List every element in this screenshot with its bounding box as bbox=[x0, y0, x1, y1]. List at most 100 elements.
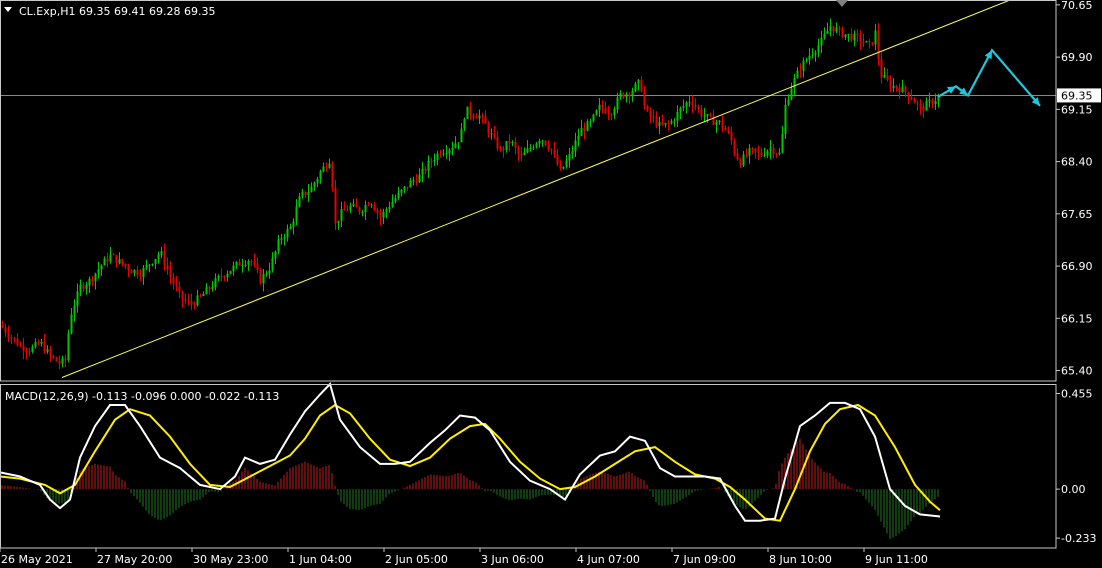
price-panel-frame bbox=[0, 0, 1057, 382]
candle-body bbox=[505, 141, 508, 151]
candle-body bbox=[592, 114, 595, 121]
candle-body bbox=[238, 262, 241, 266]
candle-body bbox=[316, 178, 319, 183]
candle-body bbox=[559, 164, 562, 169]
candle-body bbox=[541, 140, 544, 142]
candle-body bbox=[853, 33, 856, 41]
candle-body bbox=[613, 109, 616, 116]
candle-body bbox=[631, 91, 634, 97]
candle-body bbox=[268, 270, 271, 274]
price-panel[interactable] bbox=[0, 0, 1056, 378]
candle-body bbox=[895, 85, 898, 89]
candle-body bbox=[94, 273, 97, 282]
candle-body bbox=[583, 127, 586, 131]
candle-body bbox=[397, 192, 400, 199]
triangle-down-icon[interactable] bbox=[4, 7, 12, 12]
x-tick-label: 9 Jun 11:00 bbox=[865, 553, 928, 566]
candle-body bbox=[901, 86, 904, 93]
candle-body bbox=[718, 120, 721, 123]
candle-body bbox=[10, 337, 13, 339]
candle-body bbox=[172, 276, 175, 284]
candle-body bbox=[706, 114, 709, 116]
candle-body bbox=[322, 166, 325, 172]
candle-body bbox=[451, 147, 454, 151]
candle-body bbox=[46, 349, 49, 352]
candle-body bbox=[871, 42, 874, 45]
candle-body bbox=[181, 291, 184, 300]
candle-body bbox=[553, 150, 556, 155]
candle-body bbox=[523, 152, 526, 155]
candle-body bbox=[607, 112, 610, 115]
candle-body bbox=[520, 154, 523, 156]
candle-body bbox=[850, 33, 853, 41]
candle-body bbox=[439, 153, 442, 155]
candle-body bbox=[817, 45, 820, 53]
candle-body bbox=[730, 132, 733, 141]
candle-body bbox=[55, 357, 58, 362]
candle-body bbox=[826, 30, 829, 34]
candle-body bbox=[25, 350, 28, 352]
candle-body bbox=[205, 287, 208, 295]
candle-body bbox=[202, 294, 205, 296]
candle-body bbox=[754, 148, 757, 152]
candle-body bbox=[298, 196, 301, 207]
y-tick-label: 68.40 bbox=[1061, 156, 1093, 169]
candle-body bbox=[214, 278, 217, 288]
candle-body bbox=[652, 116, 655, 118]
candle-body bbox=[145, 264, 148, 268]
candle-body bbox=[376, 210, 379, 213]
candle-body bbox=[112, 254, 115, 256]
candle-body bbox=[466, 106, 469, 119]
candle-body bbox=[478, 115, 481, 119]
candle-body bbox=[274, 251, 277, 259]
candle-body bbox=[886, 75, 889, 80]
candle-body bbox=[70, 314, 73, 334]
candle-body bbox=[184, 299, 187, 301]
candle-body bbox=[349, 205, 352, 211]
candle-body bbox=[364, 204, 367, 212]
x-tick-label: 26 May 2021 bbox=[1, 553, 73, 566]
candle-body bbox=[253, 261, 256, 265]
candle-body bbox=[442, 153, 445, 155]
trading-chart[interactable]: 70.65 69.90 69.15 68.40 67.65 66.90 66.15 65.40… bbox=[0, 0, 1102, 568]
candle-body bbox=[778, 152, 781, 154]
candle-body bbox=[220, 275, 223, 277]
macd-y-tick-label: 0.455 bbox=[1061, 387, 1093, 400]
candle-body bbox=[124, 264, 127, 267]
candle-body bbox=[814, 52, 817, 55]
candle-body bbox=[595, 110, 598, 115]
candle-body bbox=[328, 163, 331, 168]
trendline bbox=[61, 0, 1011, 378]
candle-body bbox=[646, 105, 649, 111]
candle-body bbox=[355, 204, 358, 208]
triangle-down-icon bbox=[836, 0, 848, 7]
macd-y-tick-label: -0.233 bbox=[1061, 532, 1096, 545]
macd-header: MACD(12,26,9) -0.113 -0.096 0.000 -0.022… bbox=[5, 390, 279, 403]
candle-body bbox=[433, 160, 436, 162]
candle-body bbox=[271, 258, 274, 271]
candle-body bbox=[244, 264, 247, 266]
candle-body bbox=[190, 300, 193, 305]
axes: 70.65 69.90 69.15 68.40 67.65 66.90 66.15 65.40… bbox=[0, 0, 1101, 566]
candle-body bbox=[82, 284, 85, 289]
candle-body bbox=[343, 209, 346, 211]
candle-body bbox=[163, 251, 166, 266]
y-tick-label: 67.65 bbox=[1061, 208, 1093, 221]
macd-panel[interactable] bbox=[0, 382, 941, 540]
candle-body bbox=[550, 148, 553, 151]
candle-body bbox=[691, 101, 694, 106]
candle-body bbox=[403, 186, 406, 190]
candle-body bbox=[91, 278, 94, 282]
candle-body bbox=[487, 123, 490, 134]
candle-body bbox=[670, 121, 673, 124]
candle-body bbox=[577, 135, 580, 141]
candle-body bbox=[313, 182, 316, 187]
candle-body bbox=[868, 40, 871, 43]
candle-body bbox=[925, 101, 928, 111]
candle-body bbox=[16, 338, 19, 346]
candle-body bbox=[250, 261, 253, 263]
candle-body bbox=[211, 287, 214, 289]
candle-body bbox=[679, 107, 682, 112]
candle-body bbox=[193, 304, 196, 306]
candle-body bbox=[547, 145, 550, 149]
